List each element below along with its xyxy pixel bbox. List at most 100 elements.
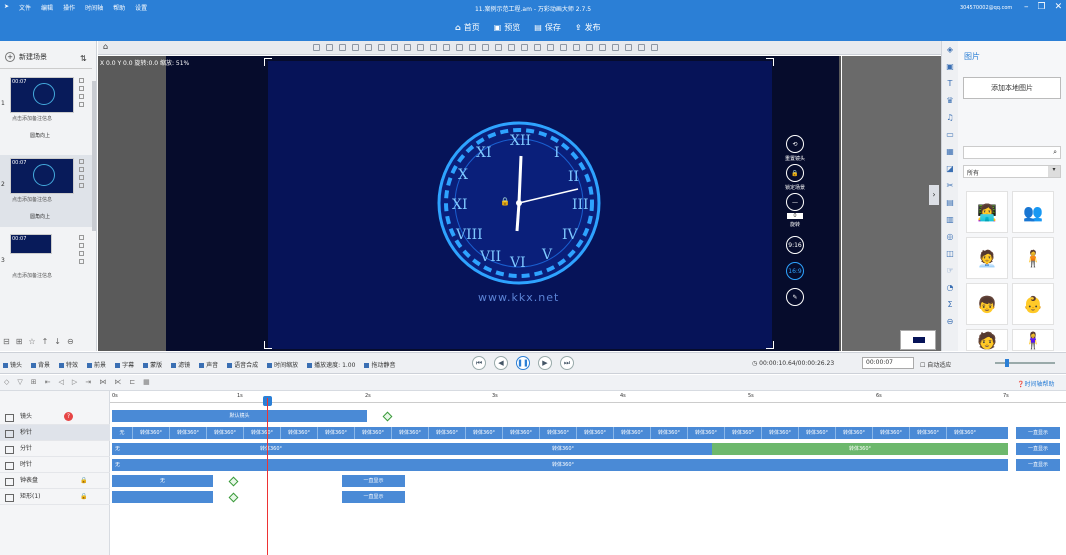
close-icon[interactable]: ✕ [1055,2,1063,12]
ratio-16-9-button[interactable]: 16:9 [786,262,804,280]
same-height-icon[interactable] [482,44,489,51]
time-input[interactable]: 00:00:07 [862,357,914,369]
align-center-icon[interactable] [378,44,385,51]
account-label[interactable]: 304570002@qq.com [960,5,1012,11]
duplicate-icon[interactable] [586,44,593,51]
select-icon[interactable]: ◇ [4,378,9,386]
prev-scene-icon[interactable]: ⏮ [472,356,486,370]
preview-button[interactable]: ▣ 预览 [494,22,521,33]
undo-icon[interactable] [625,44,632,51]
asset-thumbnail[interactable]: 🧑‍💼 [966,237,1008,279]
bring-front-icon[interactable] [521,44,528,51]
minute-hand-bar-selected[interactable]: 转体360° [712,443,1008,455]
ungroup-icon[interactable] [352,44,359,51]
scene-star-icon[interactable] [79,259,84,264]
rotate-dial[interactable]: — [786,193,804,211]
scene-item-2[interactable]: 2 00:07 点击添加备注信息 圆角向上 [0,155,92,227]
minimap[interactable] [900,330,936,350]
tool-mask[interactable]: 蒙版 [143,360,162,369]
grid-icon[interactable] [599,44,606,51]
tool-drag-mute[interactable]: 拖动静音 [364,360,395,369]
same-width-icon[interactable] [469,44,476,51]
redo-icon[interactable] [638,44,645,51]
tools-icon[interactable]: ✂ [947,181,954,190]
clock-face-show-bar[interactable]: 一直显示 [342,475,405,487]
copy-scene-icon[interactable] [79,235,84,240]
hand-icon[interactable]: ☞ [946,266,953,275]
first-frame-icon[interactable]: ⇤ [45,378,51,386]
tool-tts[interactable]: 语音合成 [227,360,258,369]
chart-icon[interactable]: ▦ [946,147,954,156]
filter-icon[interactable]: ▽ [17,378,22,386]
panel-collapse-icon[interactable]: › [929,185,939,205]
library-search-input[interactable]: ⌕ [963,146,1061,159]
add-keyframe-icon[interactable]: ⊞ [31,378,37,386]
scene-star-icon[interactable] [79,183,84,188]
bubble-icon[interactable]: ▭ [946,130,954,139]
always-show-bar[interactable]: 一直显示 [1016,443,1060,455]
media-icon[interactable]: ▥ [946,215,954,224]
distribute-h-icon[interactable] [443,44,450,51]
pie-icon[interactable]: ◔ [947,283,954,292]
ratio-9-16-button[interactable]: 9:16 [786,236,804,254]
split-icon[interactable]: ⋈ [99,378,106,386]
delete-scene-icon[interactable] [79,167,84,172]
track-clock-face[interactable]: 钟表盘 🔒 [0,473,110,489]
add-local-image-button[interactable]: 添加本地图片 [963,77,1061,99]
scene-item-3[interactable]: 3 00:07 点击添加备注信息 [0,231,92,303]
category-select[interactable]: 所有 ▾ [963,165,1061,178]
restore-icon[interactable]: ❐ [1038,2,1046,12]
prev-frame-icon[interactable]: ◁ [59,378,64,386]
scene-thumbnail[interactable]: 00:07 [10,77,74,113]
move-down-icon[interactable]: ↓ [54,337,61,346]
grid-track-icon[interactable]: ▦ [143,378,150,386]
next-scene-icon[interactable]: ⏭ [560,356,574,370]
align-bottom-icon[interactable] [430,44,437,51]
tool-subtitle[interactable]: 字幕 [115,360,134,369]
scene-item-1[interactable]: 1 00:07 点击添加备注信息 圆角向上 [0,74,92,146]
time-ruler[interactable]: 0s 1s 2s 3s 4s 5s 6s 7s [110,391,1066,403]
tool-filter[interactable]: 滤镜 [171,360,190,369]
tool-sound[interactable]: 声音 [199,360,218,369]
zoom-slider[interactable] [995,359,1055,367]
reset-camera-button[interactable]: ⟲ [786,135,804,153]
delete-scene-icon[interactable] [79,243,84,248]
new-scene-button[interactable]: + 新建场景 [5,52,47,62]
always-show-bar[interactable]: 一直显示 [1016,427,1060,439]
align-track-icon[interactable]: ⊏ [129,378,135,386]
track-rectangle[interactable]: 矩形(1) 🔒 [0,489,110,505]
clock-graphic[interactable] [268,61,772,349]
copy-icon[interactable] [313,44,320,51]
tool-effect[interactable]: 特效 [59,360,78,369]
flip-h-icon[interactable] [495,44,502,51]
publish-button[interactable]: ⇪ 发布 [575,22,601,33]
playhead-line[interactable] [267,398,268,555]
timeline-help-link[interactable]: ❓时间轴帮助 [1017,379,1055,388]
hour-hand-bar[interactable]: 无转体360° [112,459,1008,471]
always-show-bar[interactable]: 一直显示 [1016,459,1060,471]
asset-thumbnail[interactable]: 🧍‍♀️ [1012,329,1054,351]
svg-icon[interactable]: ◪ [946,164,954,173]
flash-icon[interactable]: ◫ [946,249,954,258]
formula-icon[interactable]: Σ [947,300,952,309]
align-middle-icon[interactable] [417,44,424,51]
tool-camera[interactable]: 镜头 [3,360,22,369]
camera-bar[interactable]: 默认镜头 [112,410,367,422]
lock-track-icon[interactable]: 🔒 [80,473,87,489]
rectangle-show-bar[interactable]: 一直显示 [342,491,405,503]
gif-icon[interactable]: ◎ [947,232,954,241]
scene-thumbnail[interactable]: 00:07 [10,158,74,194]
shape-icon[interactable]: ◈ [947,45,953,54]
minus-icon[interactable]: ⊖ [947,317,954,326]
tool-play-speed[interactable]: 播放速度: 1.00 [307,360,355,369]
stage-canvas[interactable]: XII I II III IV V VI VII VIII XI X XI 🔒 … [268,61,772,349]
asset-thumbnail[interactable]: 🧑 [966,329,1008,351]
move-up-icon[interactable]: ↑ [42,337,49,346]
home-stage-icon[interactable]: ⌂ [103,42,108,51]
scene-star-bottom-icon[interactable]: ☆ [28,337,35,346]
paste-icon[interactable] [326,44,333,51]
last-frame-icon[interactable]: ⇥ [85,378,91,386]
scene-info-icon[interactable] [79,94,84,99]
step-back-icon[interactable]: ◀ [494,356,508,370]
scene-star-icon[interactable] [79,102,84,107]
